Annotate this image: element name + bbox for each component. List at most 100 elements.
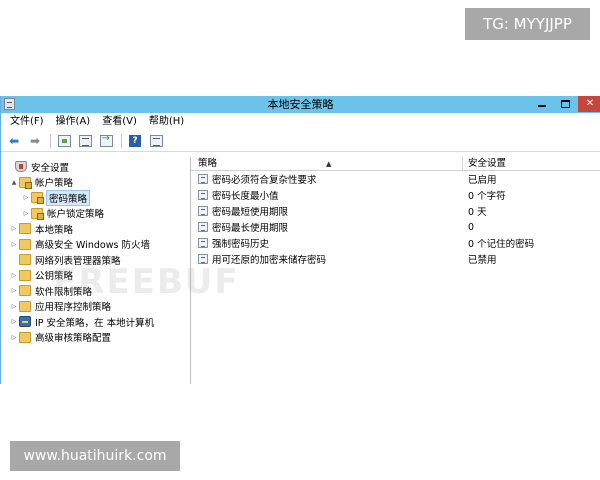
- close-icon: ✕: [585, 98, 595, 109]
- policy-setting: 已禁用: [468, 255, 497, 266]
- menu-action[interactable]: 操作(A): [56, 113, 91, 131]
- menu-view[interactable]: 查看(V): [102, 113, 137, 131]
- ipsec-icon: [19, 316, 31, 328]
- folder-icon: [19, 223, 31, 235]
- export-list-button[interactable]: [98, 133, 114, 149]
- toolbar-separator: [121, 134, 122, 148]
- tree-item-label: 密码策略: [45, 189, 91, 206]
- tree-item-account-policies[interactable]: ▲ 帐户策略: [1, 175, 190, 191]
- policy-icon: [198, 206, 208, 216]
- menu-help[interactable]: 帮助(H): [149, 113, 184, 131]
- tree-item-label: IP 安全策略，在 本地计算机: [35, 317, 155, 329]
- folder-icon: [31, 207, 44, 220]
- folder-icon: [19, 176, 32, 189]
- help-icon: ?: [129, 135, 141, 147]
- folder-icon: [19, 285, 31, 297]
- shield-icon: [15, 161, 27, 173]
- expand-arrow-icon[interactable]: ▷: [9, 241, 19, 248]
- policy-name: 密码最长使用期限: [212, 223, 289, 234]
- collapse-arrow-icon[interactable]: ▲: [9, 179, 19, 186]
- policy-name: 强制密码历史: [212, 239, 270, 250]
- tree-item-local-policies[interactable]: ▷ 本地策略: [1, 221, 190, 237]
- tg-watermark-badge: TG: MYYJJPP: [465, 8, 590, 40]
- table-row[interactable]: 密码长度最小值 0 个字符: [191, 187, 600, 203]
- policy-setting: 0 个记住的密码: [468, 239, 535, 250]
- title-bar[interactable]: 本地安全策略 ✕: [1, 96, 600, 113]
- folder-icon: [19, 238, 31, 250]
- tree-item-account-lockout-policy[interactable]: ▷ 帐户锁定策略: [1, 206, 190, 222]
- policy-name: 密码必须符合复杂性要求: [212, 175, 317, 186]
- show-hide-tree-icon: [78, 135, 92, 147]
- tree-item-label: 帐户策略: [35, 178, 74, 190]
- column-header-setting[interactable]: 安全设置: [463, 157, 600, 170]
- policy-setting: 已启用: [468, 175, 497, 186]
- policy-setting: 0 个字符: [468, 191, 506, 202]
- window-title: 本地安全策略: [267, 98, 334, 111]
- expand-arrow-icon[interactable]: ▷: [21, 210, 31, 217]
- main-content: 安全设置 ▲ 帐户策略 ▷ 密码策略 ▷ 帐户锁定策略 ▷ 本地策略 ▷ 高级安…: [1, 157, 600, 384]
- folder-icon: [19, 331, 31, 343]
- table-row[interactable]: 密码最短使用期限 0 天: [191, 203, 600, 219]
- tree-item-label: 高级审核策略配置: [35, 333, 112, 345]
- policy-name: 密码长度最小值: [212, 191, 279, 202]
- policy-icon: [198, 174, 208, 184]
- help-button[interactable]: ?: [127, 133, 143, 149]
- list-header: 策略 ▲ 安全设置: [191, 157, 600, 171]
- tree-item-security-settings[interactable]: 安全设置: [1, 159, 190, 175]
- up-folder-icon: [57, 135, 71, 147]
- expand-arrow-icon[interactable]: ▷: [9, 272, 19, 279]
- policy-name: 用可还原的加密来储存密码: [212, 255, 327, 266]
- close-button[interactable]: ✕: [578, 96, 600, 112]
- tree-item-label: 安全设置: [31, 162, 70, 174]
- policy-setting: 0 天: [468, 207, 487, 218]
- menu-bar: 文件(F) 操作(A) 查看(V) 帮助(H): [1, 113, 600, 131]
- tree-item-label: 高级安全 Windows 防火墙: [35, 240, 150, 252]
- sort-ascending-icon: ▲: [326, 160, 332, 168]
- expand-arrow-icon[interactable]: ▷: [9, 318, 19, 325]
- tree-item-ip-security[interactable]: ▷ IP 安全策略，在 本地计算机: [1, 314, 190, 330]
- folder-icon: [19, 269, 31, 281]
- policy-icon: [198, 238, 208, 248]
- freebuf-watermark: FREEBUF: [53, 262, 240, 302]
- table-row[interactable]: 用可还原的加密来储存密码 已禁用: [191, 251, 600, 267]
- tree-item-label: 帐户锁定策略: [47, 209, 105, 221]
- maximize-icon: [560, 100, 570, 108]
- policy-name: 密码最短使用期限: [212, 207, 289, 218]
- site-watermark-badge: www.huatihuirk.com: [10, 441, 180, 471]
- tree-item-label: 本地策略: [35, 224, 74, 236]
- menu-file[interactable]: 文件(F): [10, 113, 44, 131]
- tree-item-password-policy[interactable]: ▷ 密码策略: [1, 189, 190, 206]
- show-hide-tree-button[interactable]: [77, 133, 93, 149]
- column-header-label: 策略: [198, 158, 218, 169]
- tree-item-windows-firewall[interactable]: ▷ 高级安全 Windows 防火墙: [1, 237, 190, 253]
- policy-setting: 0: [468, 221, 475, 233]
- toolbar: ⬅ ➡ ?: [1, 131, 600, 152]
- forward-arrow-icon[interactable]: ➡: [27, 133, 43, 149]
- properties-icon: [149, 135, 163, 147]
- table-row[interactable]: 强制密码历史 0 个记住的密码: [191, 235, 600, 251]
- column-header-policy[interactable]: 策略 ▲: [191, 157, 463, 170]
- back-arrow-icon[interactable]: ⬅: [6, 133, 22, 149]
- export-list-icon: [99, 133, 113, 147]
- folder-icon: [19, 300, 31, 312]
- expand-arrow-icon[interactable]: ▷: [21, 194, 31, 201]
- policy-list: 策略 ▲ 安全设置 密码必须符合复杂性要求 已启用 密码长度最小值 0 个字符 …: [191, 157, 600, 384]
- local-security-policy-window: 本地安全策略 ✕ 文件(F) 操作(A) 查看(V) 帮助(H) ⬅ ➡ ?: [0, 96, 600, 384]
- minimize-button[interactable]: [531, 96, 553, 112]
- toolbar-separator: [50, 134, 51, 148]
- expand-arrow-icon[interactable]: ▷: [9, 287, 19, 294]
- screenshot-stage: TG: MYYJJPP 本地安全策略 ✕ 文件(F) 操作(A) 查看(V) 帮…: [0, 0, 600, 480]
- expand-arrow-icon[interactable]: ▷: [9, 225, 19, 232]
- table-row[interactable]: 密码最长使用期限 0: [191, 219, 600, 235]
- properties-button[interactable]: [148, 133, 164, 149]
- expand-arrow-icon[interactable]: ▷: [9, 303, 19, 310]
- navigation-tree: 安全设置 ▲ 帐户策略 ▷ 密码策略 ▷ 帐户锁定策略 ▷ 本地策略 ▷ 高级安…: [1, 157, 240, 384]
- folder-icon: [19, 254, 31, 266]
- maximize-button[interactable]: [554, 96, 576, 112]
- table-row[interactable]: 密码必须符合复杂性要求 已启用: [191, 171, 600, 187]
- tree-item-advanced-audit[interactable]: ▷ 高级审核策略配置: [1, 330, 190, 346]
- up-folder-button[interactable]: [56, 133, 72, 149]
- folder-icon: [31, 192, 44, 205]
- policy-icon: [198, 222, 208, 232]
- expand-arrow-icon[interactable]: ▷: [9, 334, 19, 341]
